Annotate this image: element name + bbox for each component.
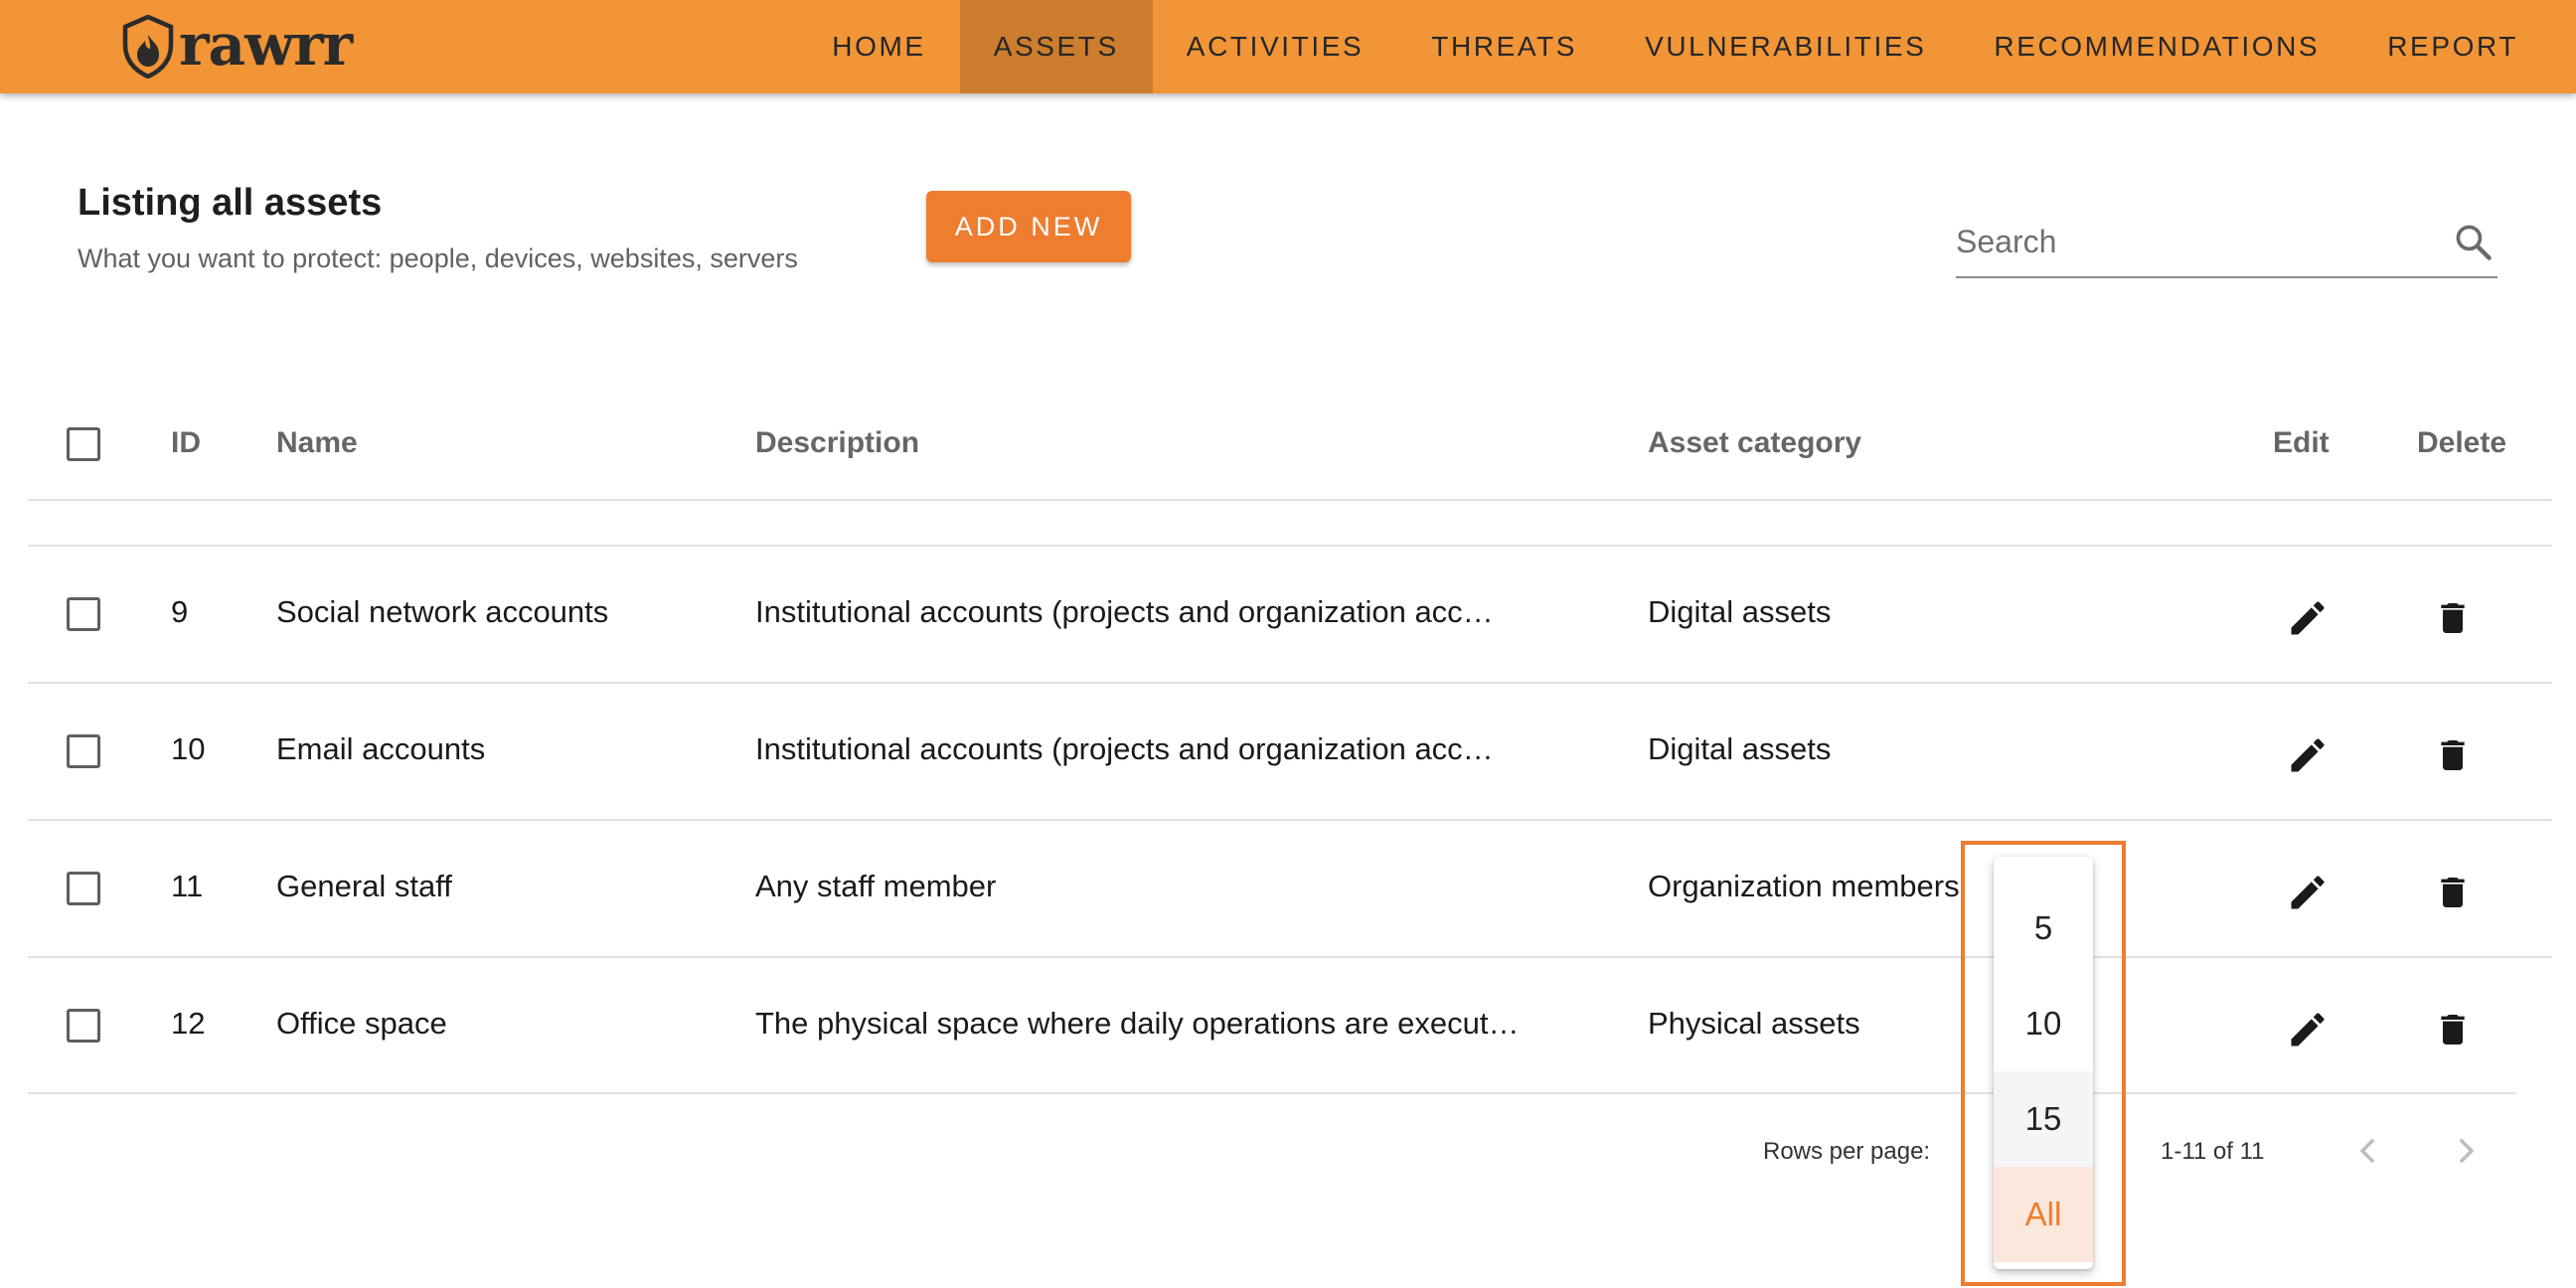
cell-category: Digital assets <box>1648 731 1832 766</box>
logo-text: rawrr <box>179 11 353 79</box>
pagination-range: 1-11 of 11 <box>2161 1138 2265 1165</box>
table-row[interactable]: 10 Email accounts Institutional accounts… <box>0 684 2576 819</box>
trash-icon[interactable] <box>2433 1008 2473 1051</box>
cell-id: 9 <box>171 594 189 629</box>
rows-option-15[interactable]: 15 <box>1994 1071 2093 1167</box>
column-header-edit: Edit <box>2273 426 2330 459</box>
cell-category: Organization members <box>1648 869 1960 903</box>
cell-id: 10 <box>171 731 206 766</box>
shield-flame-icon <box>122 15 174 79</box>
table-row[interactable]: 9 Social network accounts Institutional … <box>0 547 2576 682</box>
page-subtitle: What you want to protect: people, device… <box>78 243 798 273</box>
footer-divider <box>28 1092 2516 1094</box>
select-all-checkbox[interactable] <box>67 427 100 461</box>
cell-name: Social network accounts <box>276 594 609 629</box>
search-field <box>1956 209 2497 278</box>
trash-icon[interactable] <box>2433 871 2473 914</box>
chevron-right-icon[interactable] <box>2447 1131 2487 1171</box>
nav-item-activities[interactable]: ACTIVITIES <box>1153 0 1397 93</box>
column-header-description[interactable]: Description <box>755 426 919 460</box>
cell-id: 12 <box>171 1006 206 1041</box>
cell-id: 11 <box>171 869 204 903</box>
row-checkbox[interactable] <box>67 872 100 905</box>
edit-icon[interactable] <box>2286 871 2330 914</box>
rows-option-5[interactable]: 5 <box>1994 881 2093 976</box>
cell-description: Institutional accounts (projects and org… <box>755 594 1494 629</box>
edit-icon[interactable] <box>2286 596 2330 640</box>
table-row[interactable]: 11 General staff Any staff member Organi… <box>0 821 2576 956</box>
chevron-left-icon[interactable] <box>2347 1131 2387 1171</box>
add-new-button[interactable]: ADD NEW <box>926 191 1131 262</box>
edit-icon[interactable] <box>2286 1008 2330 1051</box>
rows-option-10[interactable]: 10 <box>1994 976 2093 1071</box>
table-row[interactable]: 12 Office space The physical space where… <box>0 958 2576 1093</box>
nav-item-recommendations[interactable]: RECOMMENDATIONS <box>1960 0 2353 93</box>
search-input[interactable] <box>1956 217 2423 266</box>
row-checkbox[interactable] <box>67 597 100 631</box>
search-icon[interactable] <box>2452 221 2496 264</box>
top-navbar: rawrr HOME ASSETS ACTIVITIES THREATS VUL… <box>0 0 2576 93</box>
row-checkbox[interactable] <box>67 1009 100 1043</box>
row-checkbox[interactable] <box>67 734 100 768</box>
cell-description: Any staff member <box>755 869 997 903</box>
cell-name: Email accounts <box>276 731 486 766</box>
app-logo[interactable]: rawrr <box>121 11 353 80</box>
nav-item-assets[interactable]: ASSETS <box>959 0 1153 93</box>
column-header-delete: Delete <box>2417 426 2507 459</box>
nav-item-home[interactable]: HOME <box>798 0 959 93</box>
trash-icon[interactable] <box>2433 596 2473 640</box>
rows-option-all[interactable]: All <box>1994 1167 2093 1262</box>
cell-name: General staff <box>276 869 452 903</box>
edit-icon[interactable] <box>2286 733 2330 777</box>
column-header-id[interactable]: ID <box>171 426 201 460</box>
nav-item-vulnerabilities[interactable]: VULNERABILITIES <box>1611 0 1960 93</box>
cell-category: Digital assets <box>1648 594 1832 629</box>
rows-per-page-menu: 5 10 15 All <box>1994 857 2093 1269</box>
column-header-name[interactable]: Name <box>276 426 358 460</box>
nav-item-report[interactable]: REPORT <box>2353 0 2576 93</box>
cell-name: Office space <box>276 1006 447 1041</box>
column-header-category[interactable]: Asset category <box>1648 426 1861 460</box>
cell-description: Institutional accounts (projects and org… <box>755 731 1494 766</box>
header-divider <box>28 499 2552 501</box>
nav-item-threats[interactable]: THREATS <box>1397 0 1611 93</box>
rows-per-page-label: Rows per page: <box>1763 1138 1931 1165</box>
page-title: Listing all assets <box>78 182 383 224</box>
cell-category: Physical assets <box>1648 1006 1860 1041</box>
cell-description: The physical space where daily operation… <box>755 1006 1520 1041</box>
trash-icon[interactable] <box>2433 733 2473 777</box>
nav-menu: HOME ASSETS ACTIVITIES THREATS VULNERABI… <box>798 0 2576 93</box>
